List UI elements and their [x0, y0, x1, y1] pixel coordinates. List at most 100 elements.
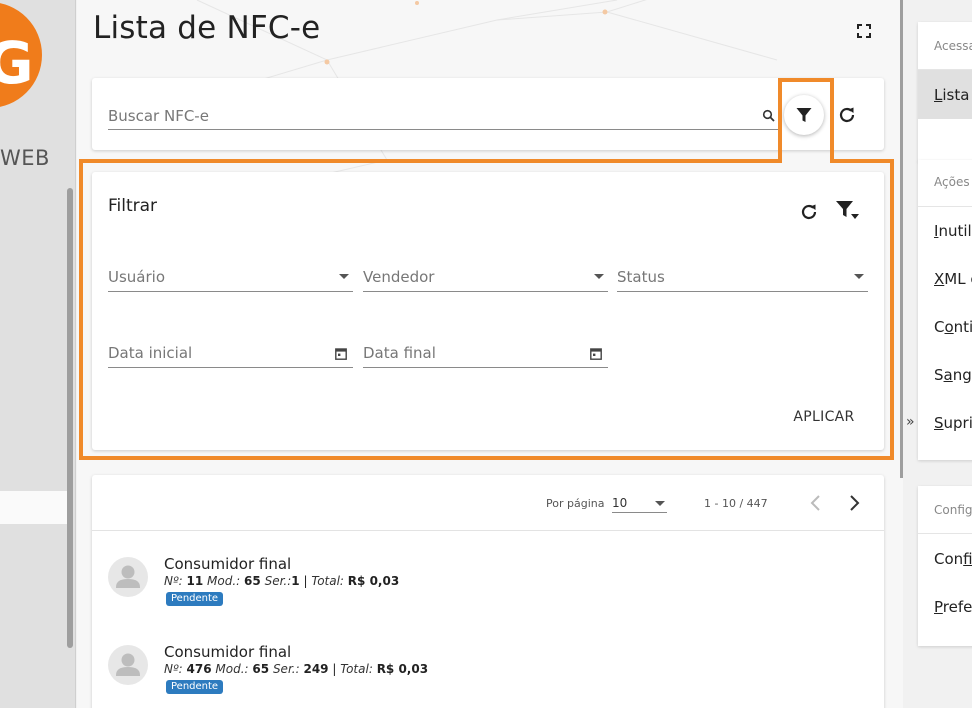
next-page-button[interactable]	[846, 493, 862, 513]
avatar	[108, 557, 148, 597]
per-page-select[interactable]: 10	[612, 495, 667, 513]
per-page-value: 10	[612, 496, 628, 510]
nfce-list: Por página 10 1 - 10 / 447 Consumidor fi…	[92, 475, 884, 708]
series-label: Ser.:	[272, 662, 300, 676]
series-value: 1	[291, 574, 300, 588]
item-label-prefix: Con	[934, 550, 964, 568]
number-value: 11	[186, 574, 204, 588]
access-key: P	[934, 598, 943, 616]
start-date-field[interactable]: Data inicial	[108, 344, 353, 368]
search-input[interactable]	[108, 107, 748, 125]
access-key: f	[963, 550, 972, 568]
filter-reset-button[interactable]	[798, 201, 820, 223]
apply-filter-button[interactable]: APLICAR	[788, 406, 860, 428]
search-field[interactable]	[108, 106, 778, 130]
page-title: Lista de NFC-e	[93, 10, 321, 46]
fullscreen-icon	[857, 24, 871, 38]
total-value: R$ 0,03	[376, 662, 429, 676]
chevron-down-icon	[594, 274, 604, 279]
item-label: upri	[943, 414, 972, 432]
series-label: Ser.:	[264, 574, 292, 588]
total-label: Total:	[340, 662, 373, 676]
fullscreen-button[interactable]	[855, 22, 873, 40]
access-key: o	[944, 318, 954, 336]
item-details: Nº: 11 Mod.: 65 Ser.:1 | Total: R$ 0,03	[164, 574, 399, 588]
person-icon	[116, 565, 140, 588]
access-key: a	[943, 366, 953, 384]
actions-section-header: Ações	[934, 175, 970, 189]
total-label: Total:	[311, 574, 344, 588]
collapse-panel-icon[interactable]: »	[906, 414, 915, 430]
item-label: refe	[942, 598, 972, 616]
calendar-icon[interactable]	[590, 347, 602, 360]
item-label-prefix: C	[934, 318, 945, 336]
seller-select-label: Vendedor	[363, 268, 435, 286]
item-label: ML c	[944, 270, 972, 288]
model-label: Mod.:	[207, 574, 241, 588]
per-page-label: Por página	[546, 497, 605, 510]
config-section-header: Config	[934, 503, 972, 517]
end-date-label: Data final	[363, 344, 436, 362]
chevron-down-icon	[655, 501, 665, 506]
user-select-label: Usuário	[108, 268, 166, 286]
total-value: R$ 0,03	[347, 574, 400, 588]
sidebar-active-item[interactable]	[0, 491, 68, 524]
action-item-inutilizar[interactable]: Inutil	[934, 222, 972, 240]
previous-page-button[interactable]	[808, 493, 824, 513]
separator: |	[303, 574, 308, 588]
action-item-suprimento[interactable]: Supri	[934, 414, 972, 432]
item-label: ngr	[952, 366, 972, 384]
user-select[interactable]: Usuário	[108, 268, 353, 292]
status-badge: Pendente	[166, 592, 224, 606]
main-content: Lista de NFC-e Filtrar	[77, 0, 903, 708]
access-section-header: Acessa	[934, 39, 972, 53]
item-label: nutil	[938, 222, 972, 240]
left-sidebar: G WEB	[0, 0, 76, 708]
item-label: ista	[942, 86, 970, 104]
filter-panel: Filtrar Usuário Vendedor Status Data ini…	[92, 172, 884, 450]
avatar	[108, 645, 148, 685]
chevron-right-icon	[850, 495, 860, 511]
seller-select[interactable]: Vendedor	[363, 268, 608, 292]
separator: |	[332, 662, 337, 676]
access-item-list[interactable]: Lista	[934, 86, 969, 104]
logo-letter: G	[0, 34, 34, 92]
main-scrollbar[interactable]	[900, 0, 903, 478]
access-key: S	[934, 414, 944, 432]
calendar-icon[interactable]	[335, 347, 347, 360]
config-item-configuracoes[interactable]: Confi	[934, 550, 972, 568]
chevron-left-icon	[810, 495, 820, 511]
list-item[interactable]: Consumidor final Nº: 476 Mod.: 65 Ser.: …	[92, 619, 884, 707]
end-date-field[interactable]: Data final	[363, 344, 608, 368]
action-item-xml[interactable]: XML c	[934, 270, 972, 288]
filter-options-button[interactable]	[835, 199, 861, 223]
right-panel: Acessa Lista Ações Inutil XML c Conti Sa…	[906, 0, 972, 708]
number-label: Nº:	[164, 662, 183, 676]
filter-icon	[796, 108, 812, 122]
filter-title: Filtrar	[108, 196, 158, 216]
status-select[interactable]: Status	[617, 268, 868, 292]
config-item-preferencias[interactable]: Prefe	[934, 598, 972, 616]
status-select-label: Status	[617, 268, 665, 286]
item-customer-name: Consumidor final	[164, 643, 292, 661]
logo-text: WEB	[0, 146, 50, 170]
item-customer-name: Consumidor final	[164, 555, 292, 573]
action-item-contingencia[interactable]: Conti	[934, 318, 972, 336]
model-value: 65	[252, 662, 270, 676]
sidebar-scrollbar[interactable]	[67, 188, 73, 648]
divider	[918, 206, 972, 207]
refresh-button[interactable]	[836, 104, 858, 126]
search-card	[92, 78, 884, 150]
item-label-prefix: S	[934, 366, 944, 384]
action-item-sangria[interactable]: Sangr	[934, 366, 972, 384]
search-icon[interactable]	[762, 109, 776, 123]
item-label: nti	[953, 318, 972, 336]
filter-toggle-button[interactable]	[784, 95, 824, 135]
number-value: 476	[186, 662, 212, 676]
refresh-icon	[801, 204, 817, 220]
start-date-label: Data inicial	[108, 344, 193, 362]
model-value: 65	[244, 574, 261, 588]
access-key: X	[934, 270, 945, 288]
number-label: Nº:	[164, 574, 183, 588]
list-item[interactable]: Consumidor final Nº: 11 Mod.: 65 Ser.:1 …	[92, 531, 884, 619]
